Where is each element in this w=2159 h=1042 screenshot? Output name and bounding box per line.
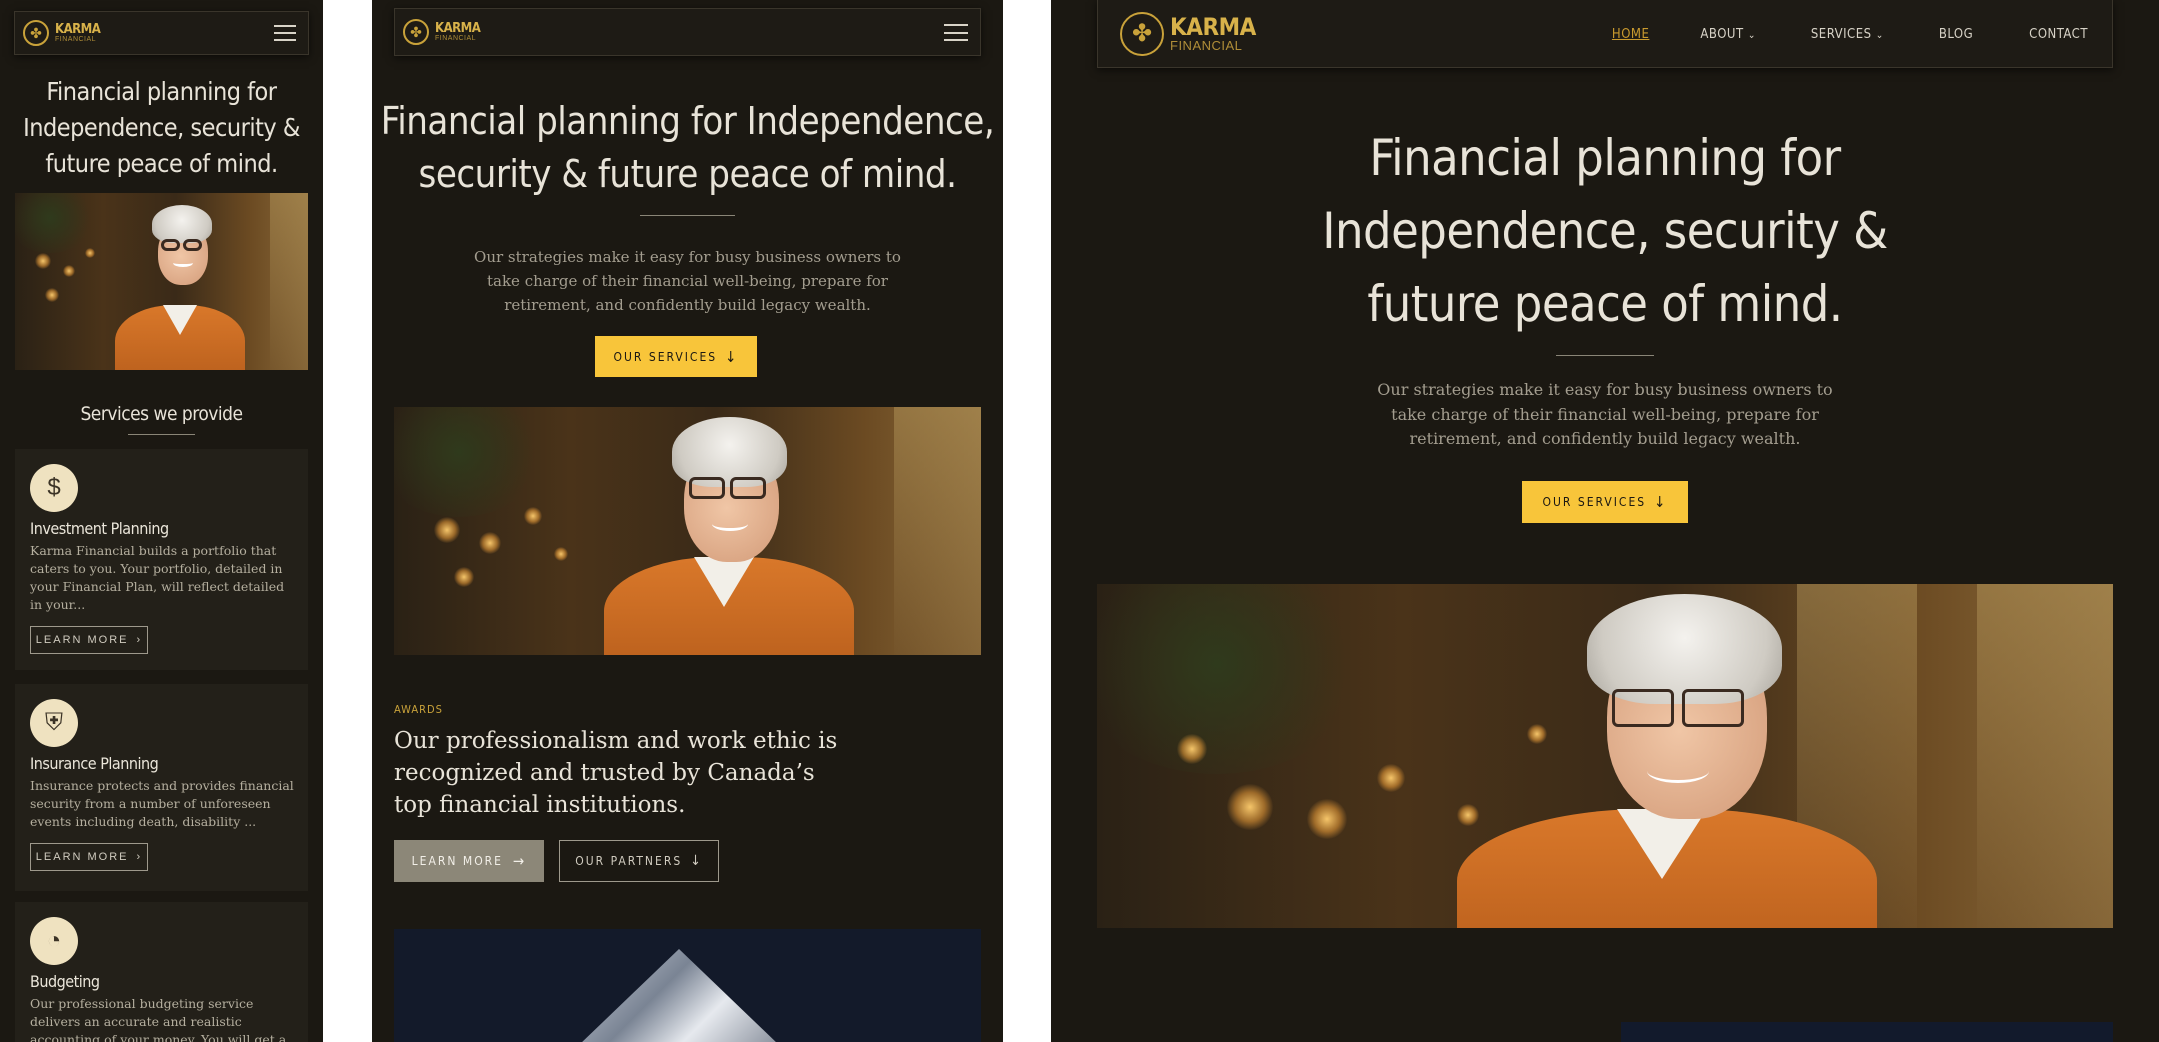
next-section-card [1621, 1022, 2113, 1042]
arrow-right-icon: → [513, 852, 527, 870]
logo[interactable]: ✤ KARMA FINANCIAL [403, 19, 481, 45]
arrow-down-icon: ↓ [1654, 493, 1668, 511]
nav-contact[interactable]: CONTACT [2029, 27, 2088, 42]
chevron-right-icon: › [136, 851, 143, 863]
our-partners-button[interactable]: OUR PARTNERS ↓ [559, 840, 719, 882]
our-services-button[interactable]: OUR SERVICES ↓ [1522, 481, 1688, 523]
crystal-award-icon [554, 949, 804, 1042]
awards-image [394, 929, 981, 1042]
service-title: Investment Planning [30, 519, 169, 538]
tablet-header: ✤ KARMA FINANCIAL [394, 8, 981, 56]
services-heading: Services we provide [80, 403, 243, 425]
hamburger-menu-icon[interactable] [944, 24, 968, 41]
main-nav: HOME ABOUT ⌄ SERVICES ⌄ BLOG CONTACT [1612, 0, 2088, 68]
service-desc: Insurance protects and provides financia… [30, 778, 294, 829]
chevron-down-icon: ⌄ [1875, 29, 1884, 41]
service-card-budgeting: ◔ Budgeting Our professional budgeting s… [15, 902, 308, 1042]
awards-eyebrow: AWARDS [394, 703, 443, 716]
nav-services[interactable]: SERVICES ⌄ [1811, 27, 1884, 42]
hero-title: Financial planning for Independence, sec… [380, 99, 995, 196]
nav-blog[interactable]: BLOG [1939, 27, 1973, 42]
awards-heading: Our professionalism and work ethic is re… [394, 728, 838, 818]
hero-rule [640, 215, 735, 216]
arrow-down-icon: ↓ [690, 853, 703, 869]
hero-title: Financial planning for Independence, sec… [23, 77, 300, 178]
service-title: Insurance Planning [30, 754, 159, 773]
learn-more-button[interactable]: LEARN MORE › [30, 843, 148, 871]
nav-about[interactable]: ABOUT ⌄ [1700, 27, 1755, 42]
tablet-view: ✤ KARMA FINANCIAL Financial planning for… [372, 0, 1003, 1042]
learn-more-button[interactable]: LEARN MORE › [30, 626, 148, 654]
desktop-header: ✤ KARMA FINANCIAL HOME ABOUT ⌄ SERVICES … [1097, 0, 2113, 68]
desktop-view: ✤ KARMA FINANCIAL HOME ABOUT ⌄ SERVICES … [1051, 0, 2159, 1042]
logo[interactable]: ✤ KARMA FINANCIAL [23, 20, 101, 46]
tree-logo-icon: ✤ [23, 20, 49, 46]
investment-icon: $ [30, 464, 78, 512]
service-desc: Karma Financial builds a portfolio that … [30, 543, 285, 612]
service-desc: Our professional budgeting service deliv… [30, 996, 287, 1042]
brand-sub: FINANCIAL [1170, 38, 1243, 53]
hamburger-menu-icon[interactable] [274, 25, 296, 41]
hero-photo [394, 407, 981, 655]
brand-name: KARMA [55, 22, 101, 37]
our-services-button[interactable]: OUR SERVICES ↓ [595, 336, 757, 377]
services-heading-rule [128, 434, 195, 435]
brand-sub: FINANCIAL [435, 35, 477, 42]
hero-lede: Our strategies make it easy for busy bus… [1377, 380, 1833, 448]
tree-logo-icon: ✤ [403, 19, 429, 45]
service-card-insurance: ⛨ Insurance Planning Insurance protects … [15, 684, 308, 891]
nav-home[interactable]: HOME [1612, 27, 1649, 42]
brand-name: KARMA [1170, 13, 1256, 41]
chevron-down-icon: ⌄ [1747, 29, 1756, 41]
insurance-icon: ⛨ [30, 699, 78, 747]
service-title: Budgeting [30, 972, 100, 991]
arrow-down-icon: ↓ [725, 347, 739, 366]
brand-sub: FINANCIAL [55, 36, 97, 43]
hero-photo [15, 193, 308, 370]
learn-more-button[interactable]: LEARN MORE → [394, 840, 544, 882]
service-card-investment: $ Investment Planning Karma Financial bu… [15, 449, 308, 670]
mobile-view: ✤ KARMA FINANCIAL Financial planning for… [0, 0, 323, 1042]
chevron-right-icon: › [136, 634, 143, 646]
brand-name: KARMA [435, 21, 481, 36]
budgeting-icon: ◔ [30, 917, 78, 965]
logo[interactable]: ✤ KARMA FINANCIAL [1120, 11, 1256, 56]
hero-photo [1097, 584, 2113, 928]
tree-logo-icon: ✤ [1120, 11, 1164, 56]
mobile-header: ✤ KARMA FINANCIAL [14, 11, 309, 55]
hero-rule [1556, 355, 1654, 356]
hero-lede: Our strategies make it easy for busy bus… [474, 248, 901, 314]
hero-title: Financial planning for Independence, sec… [1322, 129, 1888, 333]
